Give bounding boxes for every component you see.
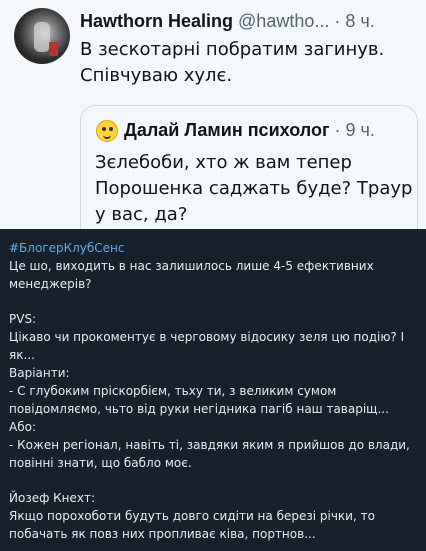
quoted-text-line: Порошенка саджать буде? Траур [95,178,413,199]
avatar-image-detail [34,22,50,52]
tweet-text-line: В зескотарні побратим загинув. [80,39,385,60]
author-name[interactable]: Hawthorn Healing [80,11,233,31]
tweet-header: Hawthorn Healing @hawtho... · 8 ч. [80,10,420,32]
avatar-eye [109,127,113,131]
post-line: Цікаво чи прокоментує в черговому відоси… [9,330,405,344]
quoted-author-avatar [96,120,118,142]
quoted-tweet[interactable]: Далай Ламин психолог · 9 ч. Зєлебоби, хт… [80,105,418,229]
quoted-tweet-time: · 9 ч. [334,120,375,140]
avatar-eye [102,127,106,131]
avatar-mouth [103,133,111,139]
post-line: повідомляємо, чьто від руки негідника па… [9,402,389,416]
post-line: повінні знати, що бабло моє. [9,456,192,470]
tweet-text-line: Співчуваю хулє. [80,65,233,86]
tweet-text: В зескотарні побратим загинув. Співчуваю… [80,37,418,89]
post-line: Йозеф Кнехт: [9,491,96,505]
post-line: - С глубоким пріскорбієм, тьху ти, з вел… [9,384,337,398]
quoted-tweet-header: Далай Ламин психолог · 9 ч. [124,119,375,141]
post-line: Або: [9,420,36,434]
post-line: PVS: [9,312,37,326]
post-line: Варіанти: [9,366,70,380]
quoted-text-line: Зєлебоби, хто ж вам тепер [95,152,352,173]
author-avatar[interactable] [14,8,70,64]
post-line: Якщо порохоботи будуть довго сидіти на б… [9,509,375,523]
post-line: - Кожен регіонал, навіть ті, завдяки яки… [9,438,410,452]
post-line: як... [9,348,35,362]
post-line: менеджерів? [9,277,92,291]
post-line: побачать як повз них пропливає ківа, пор… [9,527,316,541]
channel-post: #БлогерКлубСенс Це шо, виходить в нас за… [0,229,426,551]
author-handle[interactable]: @hawtho... [238,11,329,31]
post-line: Це шо, виходить в нас залишилось лише 4-… [9,259,374,273]
avatar-image-detail-red [49,42,58,56]
post-body: Це шо, виходить в нас залишилось лише 4-… [9,257,419,543]
quoted-tweet-text: Зєлебоби, хто ж вам тепер Порошенка садж… [95,150,417,228]
post-hashtag[interactable]: #БлогерКлубСенс [9,239,125,257]
tweet-time[interactable]: · 8 ч. [334,11,374,31]
quoted-text-line: у вас, да? [95,204,188,225]
tweet-card: Hawthorn Healing @hawtho... · 8 ч. В зес… [0,0,426,229]
quoted-author-name: Далай Ламин психолог [124,120,330,140]
